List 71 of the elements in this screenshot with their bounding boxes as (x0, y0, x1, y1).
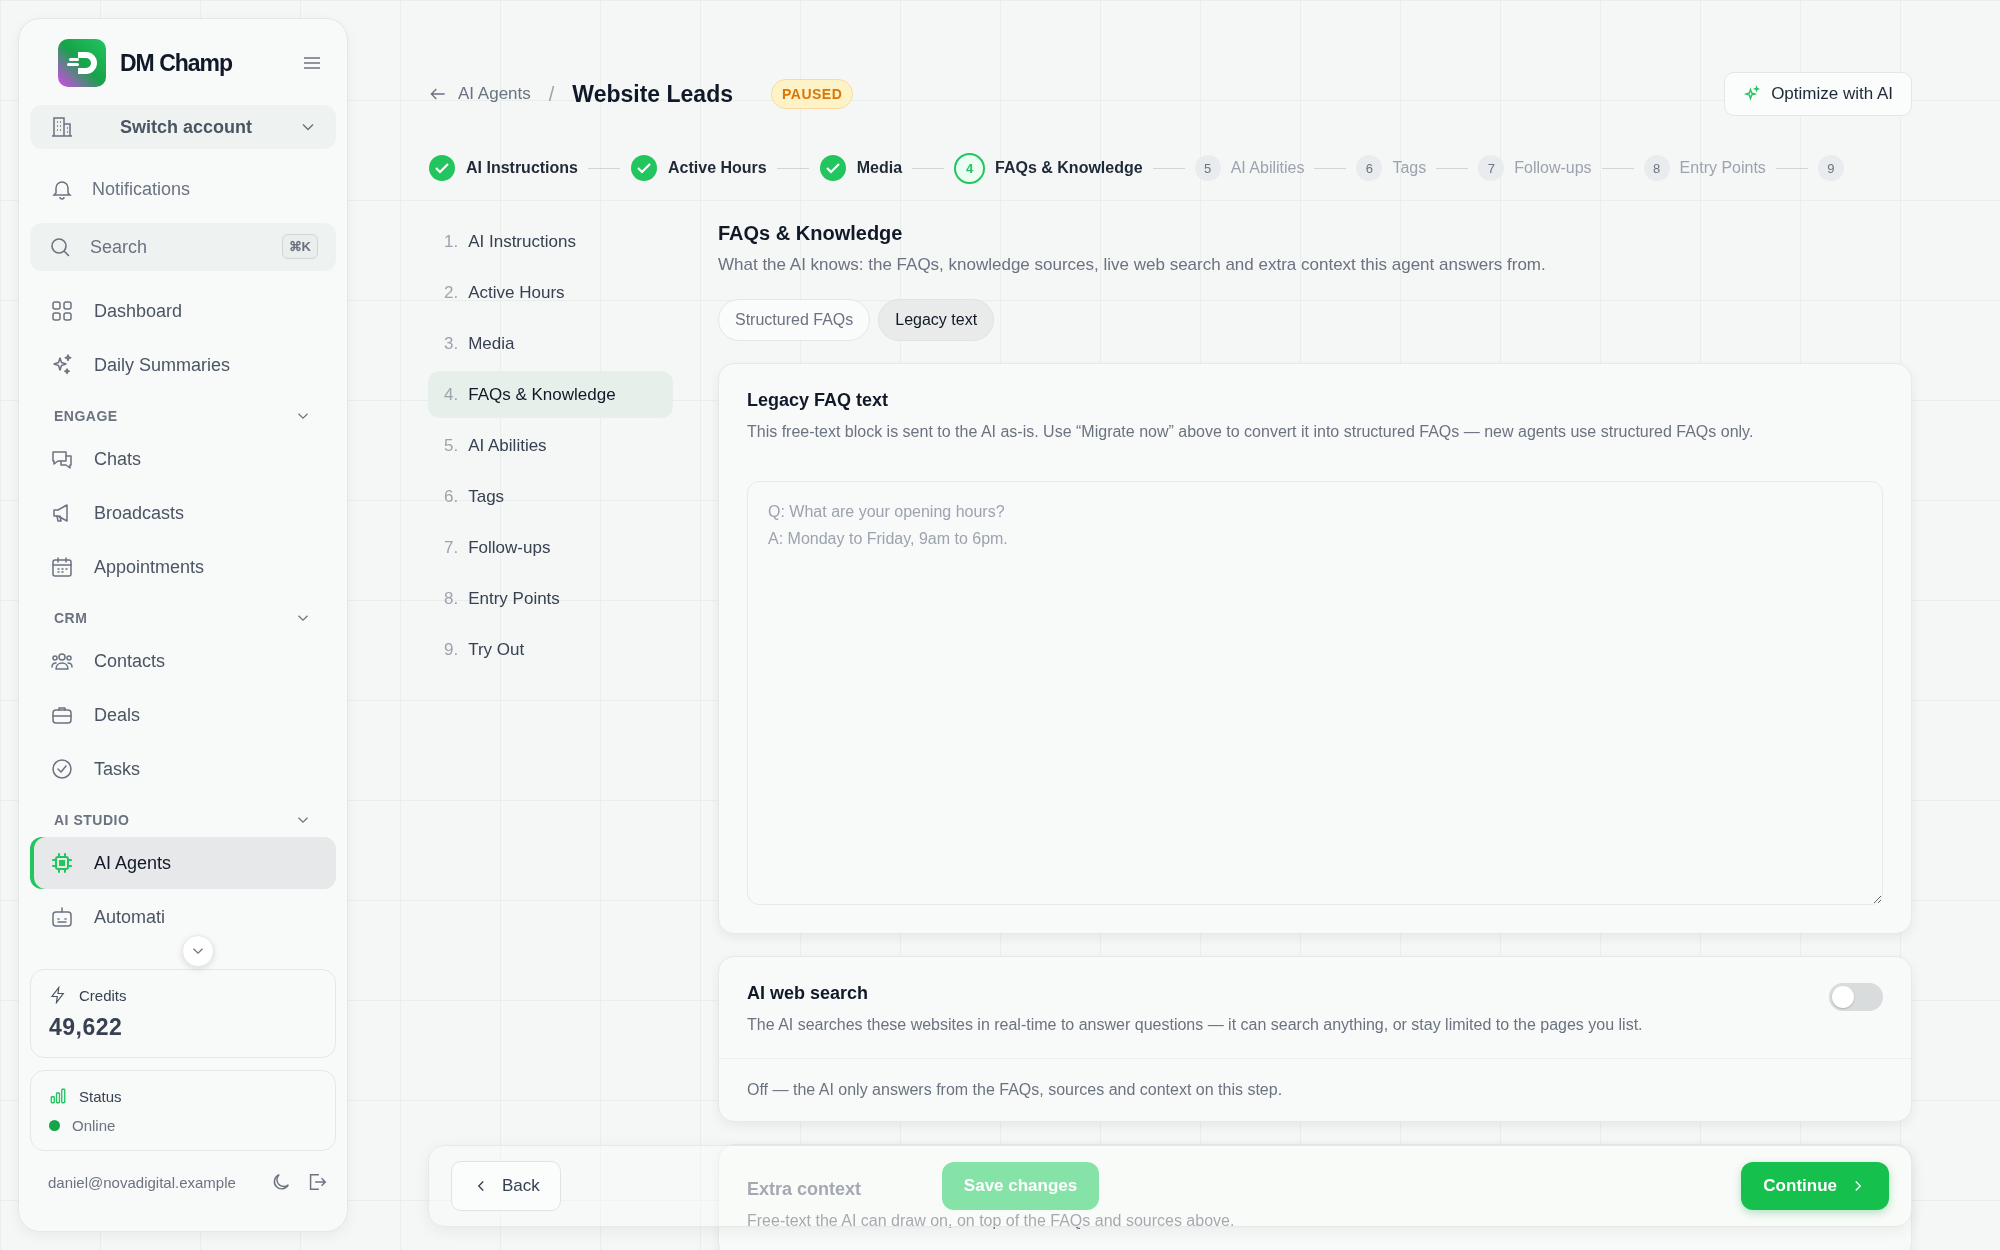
section-header[interactable]: AI STUDIO (30, 797, 336, 835)
check-circle-icon (50, 757, 74, 781)
nav-item[interactable]: Automati (30, 891, 336, 943)
section-title: FAQs & Knowledge (718, 222, 904, 245)
page-title: Website Leads (572, 80, 733, 108)
stepper-step[interactable]: 9 (1817, 155, 1844, 181)
building-icon (50, 115, 74, 139)
nav-item[interactable]: Appointments (30, 541, 336, 593)
step-link[interactable]: 2. Active Hours (428, 269, 673, 316)
faq-text-field[interactable]: Q: What are your opening hours? A: Monday to Friday, 9am to 6pm. (747, 481, 1883, 905)
sparkle-icon (1743, 85, 1762, 103)
nav-item[interactable]: Broadcasts (30, 487, 336, 539)
credits-value: 49,622 (49, 1014, 124, 1041)
status-label: Status (79, 1087, 122, 1105)
card-description: This free-text block is sent to the AI as-is. Use “Migrate now” above to convert it into structured FAQs — new agents use structured FAQs only. (747, 423, 1755, 441)
nav-item[interactable]: Contacts (30, 635, 336, 687)
back-button[interactable]: Back (451, 1161, 561, 1211)
status-note: Off — the AI only answers from the FAQs, sources and context on this step. (719, 1058, 1911, 1099)
grid-icon (50, 299, 74, 323)
sparkle-icon (50, 353, 74, 377)
lightning-icon (49, 986, 67, 1004)
nav-item[interactable]: Tasks (30, 743, 336, 795)
step-link[interactable]: 3. Media (428, 320, 673, 367)
stepper-step[interactable]: AI Instructions (428, 154, 578, 182)
stepper-step[interactable]: 7 Follow-ups (1478, 155, 1592, 181)
nav-item[interactable]: Daily Summaries (30, 339, 336, 391)
card-description: The AI searches these websites in real-time to answer questions — it can search anything, or stay limited to the pages you list. (747, 1016, 1644, 1034)
optimize-button[interactable]: Optimize with AI (1724, 72, 1912, 116)
step-link[interactable]: 8. Entry Points (428, 575, 673, 622)
section-header[interactable]: CRM (30, 595, 336, 633)
stepper-step[interactable]: 6 Tags (1356, 155, 1427, 181)
chip-icon (50, 851, 74, 875)
card-title: Legacy FAQ text (747, 390, 890, 411)
step-link[interactable]: 7. Follow-ups (428, 524, 673, 571)
section-description: What the AI knows: the FAQs, knowledge sources, live web search and extra context this agent answers from. (718, 255, 1547, 275)
tab[interactable]: Structured FAQs (718, 299, 871, 341)
nav-item[interactable]: Chats (30, 433, 336, 485)
credits-label: Credits (79, 986, 127, 1004)
shortcut-key: ⌘K (281, 234, 318, 259)
nav-item[interactable]: AI Agents (30, 837, 336, 889)
step-link[interactable]: 1. AI Instructions (428, 218, 673, 265)
tab[interactable]: Legacy text (878, 299, 995, 341)
step-link[interactable]: 6. Tags (428, 473, 673, 520)
step-link[interactable]: 4. FAQs & Knowledge (428, 371, 673, 418)
nav-item[interactable]: Dashboard (30, 285, 336, 337)
step-link[interactable]: 5. AI Abilities (428, 422, 673, 469)
logo-icon (58, 39, 106, 87)
card-description: Free-text the AI can draw on, on top of the FAQs and sources above. (747, 1212, 1235, 1230)
status-badge: PAUSED (771, 79, 854, 109)
search-icon (48, 235, 72, 259)
breadcrumb-separator: / (548, 82, 555, 106)
calendar-icon (50, 555, 74, 579)
card-title: AI web search (747, 983, 870, 1004)
stepper-step[interactable]: 5 AI Abilities (1194, 155, 1305, 181)
stepper-step[interactable]: 4 FAQs & Knowledge (954, 152, 1143, 184)
section-header[interactable]: ENGAGE (30, 393, 336, 431)
stepper-step[interactable]: Active Hours (630, 154, 767, 182)
switch-account-button[interactable]: Switch account (30, 105, 336, 149)
step-link[interactable]: 9. Try Out (428, 626, 673, 673)
stepper-step[interactable]: 8 Entry Points (1643, 155, 1766, 181)
status-value: Online (72, 1117, 116, 1134)
user-email: daniel@novadigital.example (48, 1173, 237, 1191)
nav-item[interactable]: Deals (30, 689, 336, 741)
bar-chart-icon (49, 1087, 67, 1105)
robot-icon (50, 905, 74, 929)
stepper-step[interactable]: Media (818, 154, 903, 182)
brand-name: DM Champ (120, 49, 234, 77)
toggle-switch[interactable] (1829, 983, 1883, 1011)
notifications-item[interactable]: Notifications (30, 163, 336, 215)
back-link[interactable]: AI Agents (428, 84, 531, 104)
card-title: Extra context (747, 1179, 862, 1200)
